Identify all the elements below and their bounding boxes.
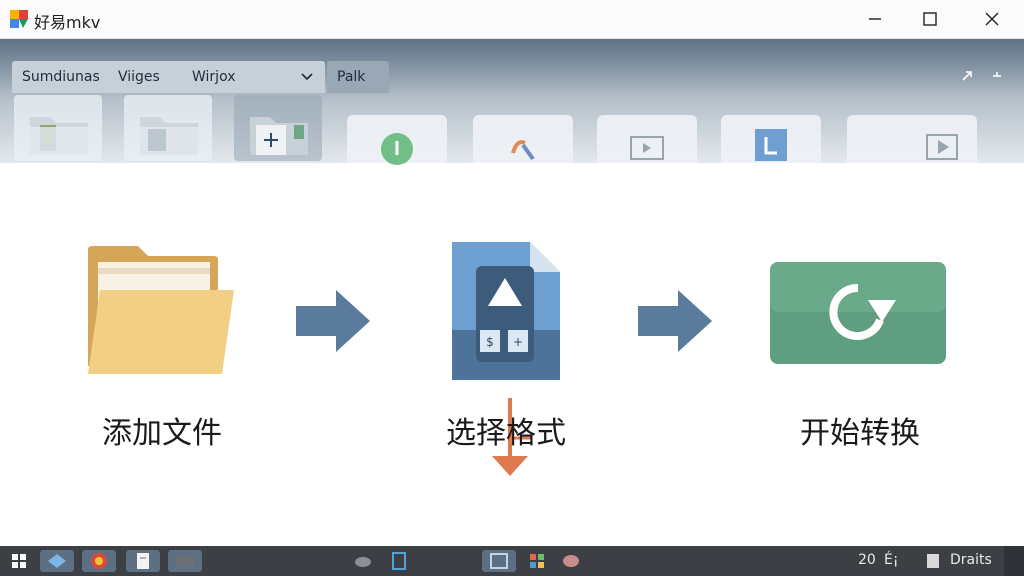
folder-add-icon <box>250 117 308 155</box>
grid-apps-icon <box>530 554 544 568</box>
toolbar: Sumdiunas Viiges Wirjox Palk <box>0 39 1024 165</box>
l-icon <box>755 129 787 161</box>
action-folder[interactable] <box>597 115 697 163</box>
document-icon <box>137 553 149 569</box>
chrome-icon <box>91 553 107 569</box>
action-l[interactable] <box>721 115 821 163</box>
file-icon[interactable] <box>926 553 940 569</box>
folder-icon <box>140 117 198 155</box>
taskbar: 20 É¡ Draits <box>0 546 1024 576</box>
windows-icon <box>12 554 26 568</box>
tray-mark: É¡ <box>884 552 899 568</box>
window-title: 好易mkv <box>34 13 101 32</box>
tool-add-folder-1[interactable] <box>14 95 102 161</box>
svg-text:+: + <box>513 335 523 349</box>
tab-wirjox[interactable]: Wirjox <box>192 61 236 93</box>
close-button[interactable] <box>962 0 1022 38</box>
info-icon <box>381 133 413 165</box>
taskbar-app-8[interactable] <box>520 550 554 572</box>
app-logo-icon <box>10 10 28 28</box>
cloud-icon <box>355 557 371 567</box>
expand-icon[interactable] <box>960 69 976 83</box>
start-button[interactable] <box>2 550 36 572</box>
start-convert-button[interactable] <box>768 260 948 366</box>
action-puzzle[interactable] <box>473 115 573 163</box>
step-add-file-label: 添加文件 <box>102 416 222 451</box>
tool-add-folder-3[interactable] <box>234 95 322 161</box>
window-icon <box>176 555 194 567</box>
maximize-icon <box>923 12 937 26</box>
diamond-icon <box>48 554 66 568</box>
tab-sumdiunas[interactable]: Sumdiunas <box>22 61 100 93</box>
folder-icon[interactable] <box>86 246 238 376</box>
maximize-button[interactable] <box>900 0 960 38</box>
minimize-icon <box>869 18 881 20</box>
taskbar-app-2[interactable] <box>82 550 116 572</box>
taskbar-app-7[interactable] <box>482 550 516 572</box>
elephant-icon <box>563 555 579 567</box>
folder-icon <box>30 117 88 155</box>
taskbar-app-6[interactable] <box>382 550 416 572</box>
minimize-button[interactable] <box>845 0 905 38</box>
pin-icon[interactable] <box>990 69 1004 83</box>
play-icon <box>926 134 958 160</box>
action-play[interactable] <box>847 115 977 163</box>
taskbar-app-3[interactable] <box>126 550 160 572</box>
step-select-format-label: 选择格式 <box>446 416 566 451</box>
arrow-right-icon <box>638 290 712 352</box>
tablet-icon <box>392 552 406 570</box>
folder-icon <box>630 136 664 160</box>
arrow-right-icon <box>296 290 370 352</box>
tool-add-folder-2[interactable] <box>124 95 212 161</box>
close-icon <box>985 12 999 26</box>
taskbar-app-9[interactable] <box>554 550 588 572</box>
step-start-convert-label: 开始转换 <box>800 416 920 451</box>
tab-viiges[interactable]: Viiges <box>118 61 160 93</box>
format-file-icon[interactable]: $ + <box>450 240 562 382</box>
chevron-down-icon[interactable] <box>300 71 314 83</box>
taskbar-app-5[interactable] <box>346 550 380 572</box>
puzzle-icon <box>511 140 535 161</box>
tray-label[interactable]: Draits <box>950 552 992 568</box>
show-desktop-button[interactable] <box>1004 546 1024 576</box>
tab-palk[interactable]: Palk <box>337 61 365 93</box>
screen-icon <box>490 553 508 569</box>
svg-text:$: $ <box>486 335 494 349</box>
taskbar-app-1[interactable] <box>40 550 74 572</box>
taskbar-app-4[interactable] <box>168 550 202 572</box>
action-info[interactable] <box>347 115 447 165</box>
title-bar: 好易mkv <box>0 0 1024 39</box>
tray-time: 20 <box>858 552 876 568</box>
